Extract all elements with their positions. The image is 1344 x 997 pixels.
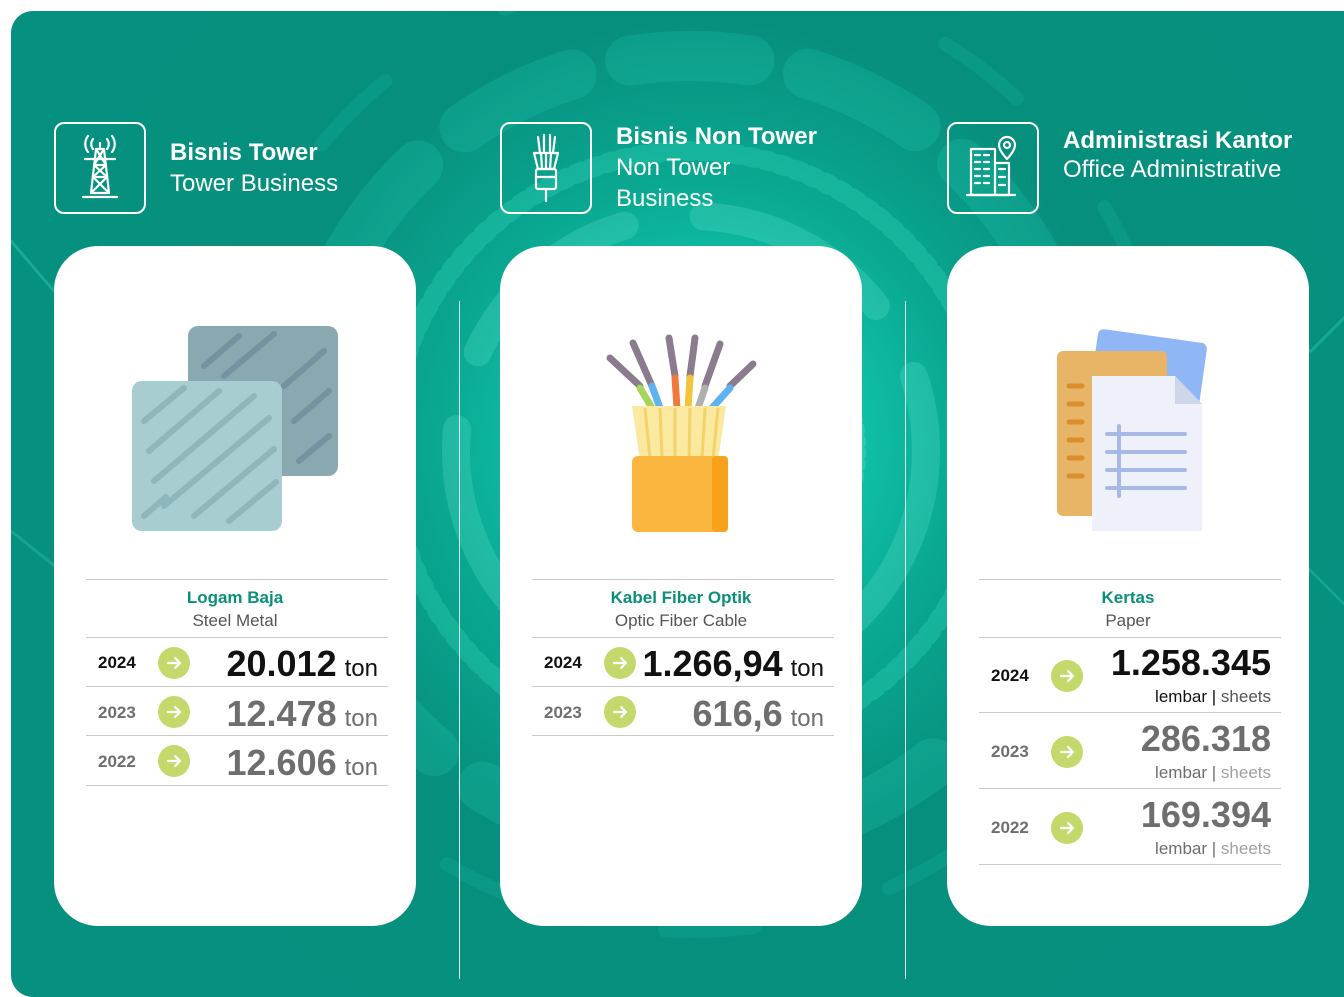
value-unit: ton — [344, 705, 378, 732]
value-unit: ton — [344, 655, 378, 682]
fiber-optic-cable-icon — [606, 334, 757, 532]
steel-metal-sheets-icon — [132, 326, 338, 531]
year-label: 2023 — [98, 703, 136, 722]
card-paper: Kertas Paper 2024 1.258.345 lembar | she… — [947, 246, 1309, 926]
section-title: Administrasi Kantor — [1063, 127, 1293, 154]
value-unit: lembar | sheets — [1155, 839, 1271, 858]
item-subtitle: Optic Fiber Cable — [614, 611, 748, 630]
value-number: 616,6 — [692, 693, 783, 734]
year-label: 2023 — [544, 703, 582, 722]
value-unit: lembar | sheets — [1155, 763, 1271, 782]
section-title: Bisnis Non Tower — [616, 123, 817, 150]
section-subtitle: Tower Business — [170, 170, 339, 197]
item-title: Kabel Fiber Optik — [610, 588, 752, 607]
metric-value: 12.606 ton — [227, 742, 378, 784]
card-fiber-optic: Kabel Fiber Optik Optic Fiber Cable 2024… — [500, 246, 862, 926]
item-title: Kertas — [1101, 588, 1155, 607]
arrow-right-icon — [1051, 812, 1083, 844]
value-number: 1.258.345 — [1110, 642, 1271, 683]
item-subtitle: Steel Metal — [192, 611, 278, 630]
arrow-right-icon — [158, 696, 190, 728]
year-label: 2024 — [544, 653, 582, 672]
value-number: 286.318 — [1140, 718, 1271, 759]
arrow-right-icon — [1051, 736, 1083, 768]
fiber-cable-icon — [500, 122, 592, 214]
column-divider — [459, 301, 460, 979]
section-title: Bisnis Tower — [170, 139, 318, 166]
arrow-right-icon — [158, 745, 190, 777]
year-label: 2022 — [991, 818, 1029, 837]
metric-value: 616,6 ton — [693, 693, 824, 735]
arrow-right-icon — [604, 696, 636, 728]
value-number: 12.606 — [226, 742, 337, 783]
transmission-tower-icon — [54, 122, 146, 214]
section-subtitle: Non Tower Business — [616, 154, 731, 212]
value-unit: lembar | sheets — [1155, 687, 1271, 706]
item-title: Logam Baja — [186, 588, 284, 607]
year-label: 2023 — [991, 742, 1029, 761]
value-unit: ton — [344, 754, 378, 781]
value-unit: ton — [790, 655, 824, 682]
section-header-office: Administrasi Kantor Office Administrativ… — [947, 122, 1303, 214]
value-number: 12.478 — [226, 693, 337, 734]
data-row-2024: 2024 20.012 ton — [86, 637, 388, 687]
arrow-right-icon — [158, 647, 190, 679]
data-row-2023: 2023 616,6 ton — [532, 687, 834, 736]
metric-value: 20.012 ton — [227, 643, 378, 685]
row-divider — [979, 864, 1281, 865]
value-number: 1.266,94 — [642, 643, 783, 684]
row-divider — [532, 735, 834, 736]
card-divider — [86, 579, 388, 580]
data-row-2022: 2022 169.394 lembar | sheets — [979, 789, 1281, 865]
row-divider — [86, 785, 388, 786]
section-subtitle: Office Administrative — [1063, 156, 1282, 183]
card-steel-metal: Logam Baja Steel Metal 2024 20.012 ton 20… — [54, 246, 416, 926]
section-header-tower: Bisnis Tower Tower Business — [54, 122, 338, 214]
data-row-2023: 2023 286.318 lembar | sheets — [979, 713, 1281, 789]
card-divider — [979, 579, 1281, 580]
value-number: 169.394 — [1140, 794, 1271, 835]
card-divider — [532, 579, 834, 580]
office-building-location-icon — [947, 122, 1039, 214]
metric-value: 12.478 ton — [227, 693, 378, 735]
infographic-background: Bisnis Tower Tower Business Bisnis Non T… — [11, 11, 1344, 997]
data-row-2024: 2024 1.258.345 lembar | sheets — [979, 637, 1281, 713]
metric-value: 1.266,94 ton — [642, 643, 824, 685]
data-row-2022: 2022 12.606 ton — [86, 736, 388, 786]
column-divider — [905, 301, 906, 979]
arrow-right-icon — [604, 647, 636, 679]
value-number: 20.012 — [226, 643, 337, 684]
year-label: 2024 — [991, 666, 1029, 685]
year-label: 2022 — [98, 752, 136, 771]
arrow-right-icon — [1051, 660, 1083, 692]
paper-documents-icon — [1057, 329, 1207, 531]
data-row-2024: 2024 1.266,94 ton — [532, 637, 834, 687]
section-header-non-tower: Bisnis Non Tower Non Tower Business — [500, 122, 817, 214]
item-subtitle: Paper — [1105, 611, 1151, 630]
value-unit: ton — [790, 705, 824, 732]
data-row-2023: 2023 12.478 ton — [86, 687, 388, 736]
year-label: 2024 — [98, 653, 136, 672]
